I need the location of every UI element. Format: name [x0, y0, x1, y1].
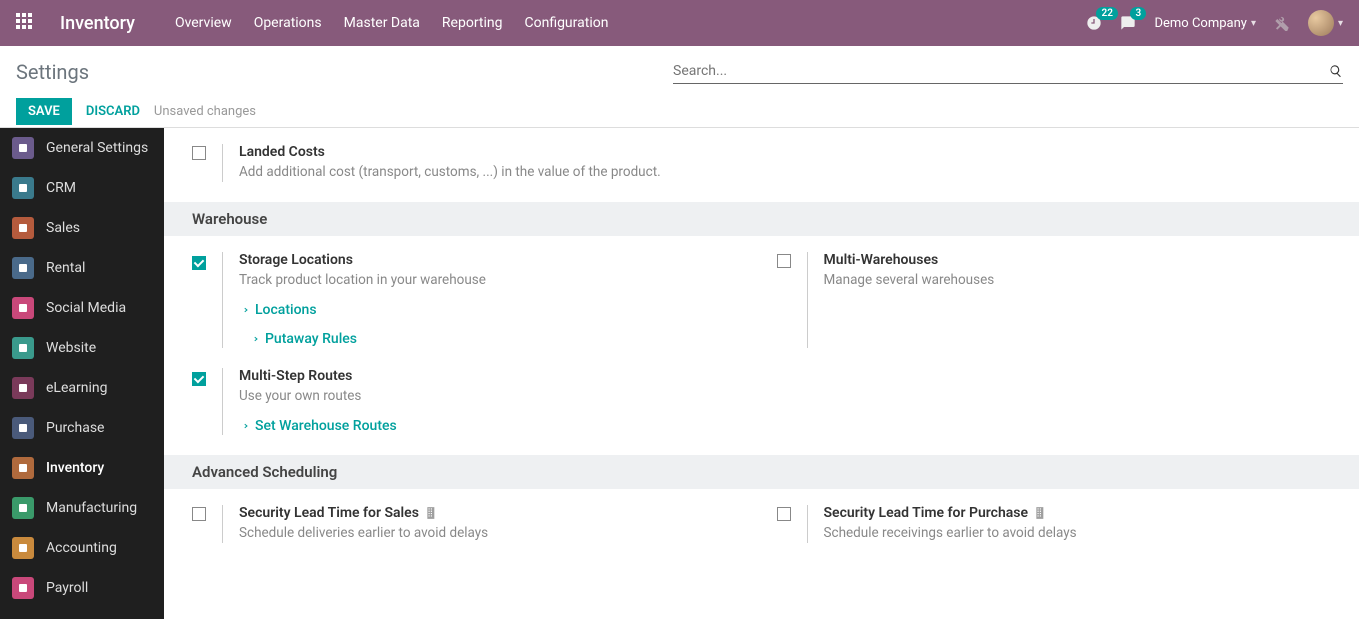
search-input[interactable]: [673, 63, 1329, 79]
landed-costs-desc: Add additional cost (transport, customs,…: [239, 163, 747, 182]
storage-locations-desc: Track product location in your warehouse: [239, 271, 747, 290]
menu-reporting[interactable]: Reporting: [442, 15, 503, 31]
app-icon: [12, 497, 34, 519]
app-icon: [12, 137, 34, 159]
sales-lead-time-title: Security Lead Time for Sales: [239, 505, 419, 521]
multi-warehouses-title: Multi-Warehouses: [824, 252, 1332, 268]
menu-operations[interactable]: Operations: [254, 15, 322, 31]
settings-content[interactable]: Landed Costs Add additional cost (transp…: [164, 128, 1359, 619]
company-name: Demo Company: [1154, 16, 1246, 31]
arrow-right-icon: [239, 421, 249, 431]
caret-down-icon: ▾: [1251, 18, 1256, 29]
app-icon: [12, 177, 34, 199]
locations-link[interactable]: Locations: [239, 302, 317, 318]
multi-warehouses-checkbox[interactable]: [777, 254, 791, 268]
sidebar-item-label: Inventory: [46, 460, 104, 476]
putaway-rules-link[interactable]: Putaway Rules: [249, 331, 357, 347]
menu-configuration[interactable]: Configuration: [524, 15, 608, 31]
discard-button[interactable]: DISCARD: [86, 104, 140, 119]
set-warehouse-routes-link[interactable]: Set Warehouse Routes: [239, 418, 397, 434]
section-advanced-scheduling: Advanced Scheduling: [164, 455, 1359, 489]
sidebar-item-crm[interactable]: CRM: [0, 168, 164, 208]
menu-overview[interactable]: Overview: [175, 15, 232, 31]
multi-step-routes-desc: Use your own routes: [239, 387, 747, 406]
settings-sidebar[interactable]: General Settings CRM Sales Rental Social Med…: [0, 128, 164, 619]
sidebar-item-elearning[interactable]: eLearning: [0, 368, 164, 408]
sales-lead-time-checkbox[interactable]: [192, 507, 206, 521]
section-warehouse: Warehouse: [164, 202, 1359, 236]
sidebar-item-label: Sales: [46, 220, 80, 236]
debug-icon[interactable]: [1274, 15, 1290, 31]
app-icon: [12, 577, 34, 599]
landed-costs-title: Landed Costs: [239, 144, 747, 160]
sidebar-item-label: Website: [46, 340, 96, 356]
app-icon: [12, 257, 34, 279]
page-title: Settings: [16, 60, 89, 84]
status-text: Unsaved changes: [154, 104, 256, 119]
sidebar-item-accounting[interactable]: Accounting: [0, 528, 164, 568]
multi-step-routes-checkbox[interactable]: [192, 372, 206, 386]
activity-badge: 22: [1096, 7, 1117, 20]
user-menu[interactable]: ▾: [1308, 10, 1343, 36]
storage-locations-title: Storage Locations: [239, 252, 747, 268]
sidebar-item-label: Manufacturing: [46, 500, 137, 516]
app-icon: [12, 537, 34, 559]
sidebar-item-manufacturing[interactable]: Manufacturing: [0, 488, 164, 528]
app-icon: [12, 337, 34, 359]
arrow-right-icon: [249, 334, 259, 344]
sales-lead-time-desc: Schedule deliveries earlier to avoid del…: [239, 524, 747, 543]
sidebar-item-label: Accounting: [46, 540, 117, 556]
sidebar-item-inventory[interactable]: Inventory: [0, 448, 164, 488]
brand: Inventory: [60, 13, 135, 34]
sidebar-item-label: General Settings: [46, 140, 148, 156]
apps-icon[interactable]: [16, 13, 36, 33]
messages-indicator[interactable]: 3: [1120, 15, 1136, 31]
sidebar-item-social-media[interactable]: Social Media: [0, 288, 164, 328]
top-nav: Inventory Overview Operations Master Dat…: [0, 0, 1359, 46]
purchase-lead-time-title: Security Lead Time for Purchase: [824, 505, 1029, 521]
sidebar-item-label: Purchase: [46, 420, 104, 436]
activity-indicator[interactable]: 22: [1086, 15, 1102, 31]
top-menu: Overview Operations Master Data Reportin…: [175, 15, 609, 31]
app-icon: [12, 457, 34, 479]
app-icon: [12, 217, 34, 239]
control-bar: Settings SAVE DISCARD Unsaved changes: [0, 46, 1359, 128]
multi-warehouses-desc: Manage several warehouses: [824, 271, 1332, 290]
sidebar-item-general-settings[interactable]: General Settings: [0, 128, 164, 168]
app-icon: [12, 377, 34, 399]
sidebar-item-label: eLearning: [46, 380, 107, 396]
app-icon: [12, 297, 34, 319]
app-icon: [12, 417, 34, 439]
landed-costs-checkbox[interactable]: [192, 146, 206, 160]
sidebar-item-label: Payroll: [46, 580, 88, 596]
arrow-right-icon: [239, 305, 249, 315]
sidebar-item-rental[interactable]: Rental: [0, 248, 164, 288]
sidebar-item-label: CRM: [46, 180, 76, 196]
caret-down-icon: ▾: [1338, 18, 1343, 29]
sidebar-item-website[interactable]: Website: [0, 328, 164, 368]
sidebar-item-label: Social Media: [46, 300, 126, 316]
save-button[interactable]: SAVE: [16, 98, 72, 125]
sidebar-item-sales[interactable]: Sales: [0, 208, 164, 248]
sidebar-item-label: Rental: [46, 260, 85, 276]
search-box[interactable]: [673, 61, 1343, 84]
sidebar-item-payroll[interactable]: Payroll: [0, 568, 164, 608]
menu-master-data[interactable]: Master Data: [344, 15, 420, 31]
purchase-lead-time-checkbox[interactable]: [777, 507, 791, 521]
building-icon: [1034, 506, 1048, 520]
search-icon[interactable]: [1329, 64, 1343, 78]
sidebar-item-purchase[interactable]: Purchase: [0, 408, 164, 448]
company-switcher[interactable]: Demo Company ▾: [1154, 16, 1255, 31]
building-icon: [425, 506, 439, 520]
storage-locations-checkbox[interactable]: [192, 256, 206, 270]
purchase-lead-time-desc: Schedule receivings earlier to avoid del…: [824, 524, 1332, 543]
multi-step-routes-title: Multi-Step Routes: [239, 368, 747, 384]
avatar: [1308, 10, 1334, 36]
messages-badge: 3: [1130, 7, 1146, 20]
